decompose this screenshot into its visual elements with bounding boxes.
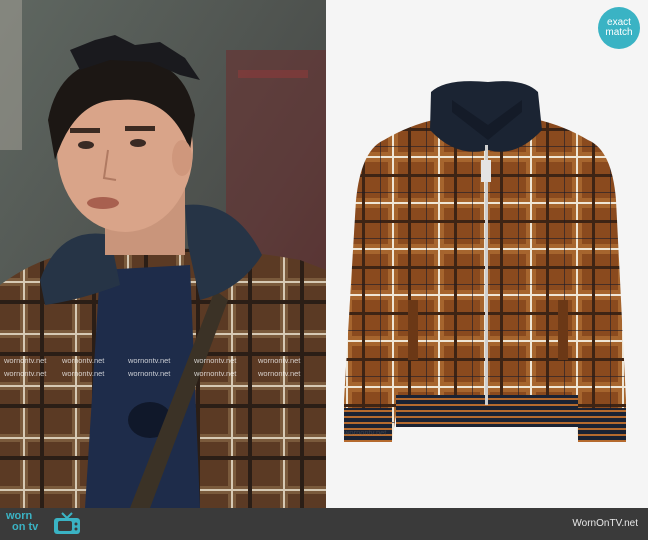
watermark: wornontv.net <box>62 369 105 378</box>
left-photo: wornontv.net wornontv.net wornontv.net w… <box>0 0 326 508</box>
tv-icon <box>54 512 80 534</box>
site-url[interactable]: WornOnTV.net <box>572 518 638 529</box>
footer-bar <box>0 508 648 540</box>
site-logo[interactable]: worn on tv <box>6 511 38 533</box>
badge-line2: match <box>605 27 633 38</box>
actor-photo <box>0 0 326 508</box>
watermark: wornontv.net <box>194 356 237 365</box>
logo-line2: on tv <box>12 521 39 533</box>
watermark: wornontv.net <box>194 369 237 378</box>
watermark: wornontv.net <box>128 369 171 378</box>
watermark: wornontv.net <box>4 369 47 378</box>
watermark: wornontv.net <box>258 369 301 378</box>
watermark: wornontv.net <box>62 356 105 365</box>
exact-match-badge: exact match <box>598 7 640 49</box>
watermark: wornontv.net <box>4 356 47 365</box>
product-photo: wornontv.net <box>326 0 648 508</box>
watermark: wornontv.net <box>258 356 301 365</box>
watermark: wornontv.net <box>128 356 171 365</box>
watermark: wornontv.net <box>344 428 387 437</box>
